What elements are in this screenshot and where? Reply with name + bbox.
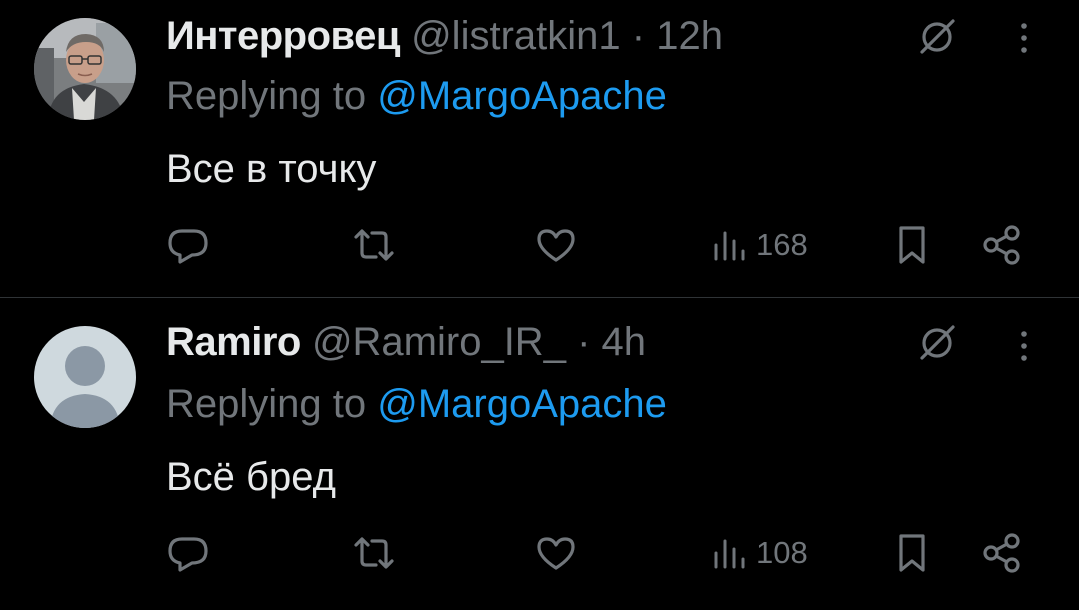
action-bar: 108 — [0, 528, 1079, 578]
tweet-header: Ramiro @Ramiro_IR_ · 4h — [166, 320, 646, 364]
like-button[interactable] — [534, 528, 578, 578]
display-name[interactable]: Ramiro — [166, 320, 301, 364]
replying-to-label: Replying to — [166, 382, 367, 426]
grok-icon[interactable] — [916, 322, 958, 364]
views-button[interactable]: 108 — [712, 528, 808, 578]
more-icon[interactable] — [1014, 326, 1034, 366]
retweet-icon — [354, 537, 394, 569]
user-handle[interactable]: @Ramiro_IR_ — [312, 320, 566, 364]
tweet[interactable]: Ramiro @Ramiro_IR_ · 4h Replying to @Mar… — [0, 0, 1079, 610]
retweet-button[interactable] — [350, 528, 398, 578]
avatar[interactable] — [34, 326, 136, 428]
bookmark-icon — [899, 534, 925, 572]
replying-to: Replying to @MargoApache — [166, 380, 667, 428]
like-icon — [537, 537, 575, 570]
default-avatar-icon — [34, 326, 136, 428]
views-icon — [714, 539, 745, 569]
tweet-text: Всё бред — [166, 455, 336, 499]
mention-link[interactable]: @MargoApache — [377, 382, 667, 426]
timestamp[interactable]: 4h — [602, 320, 647, 364]
share-icon — [983, 533, 1020, 573]
reply-icon — [168, 537, 208, 572]
separator-dot: · — [577, 320, 591, 364]
bookmark-button[interactable] — [892, 528, 932, 578]
reply-button[interactable] — [166, 528, 210, 578]
share-button[interactable] — [980, 528, 1024, 578]
views-count: 108 — [756, 535, 808, 570]
